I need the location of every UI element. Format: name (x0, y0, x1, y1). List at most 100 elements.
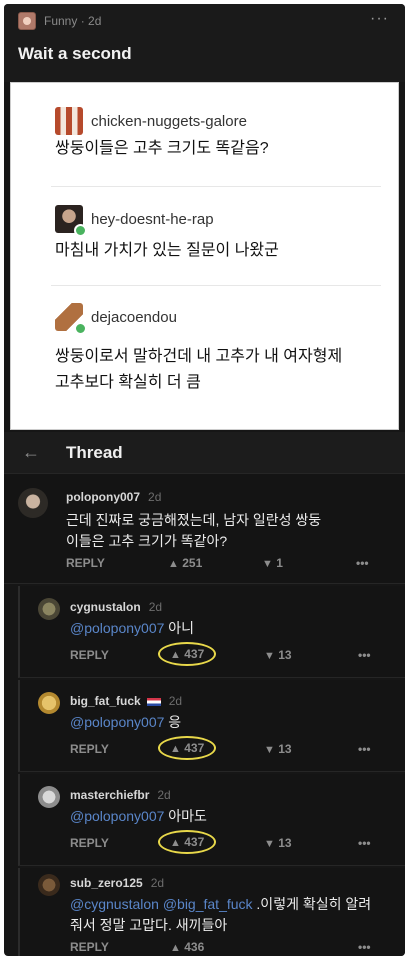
downvote-count: 13 (278, 648, 292, 662)
comment-username[interactable]: sub_zero125 2d (70, 876, 164, 890)
comment: cygnustalon 2d @polopony007 아니 REPLY ▲ 43… (18, 586, 405, 678)
thread-title: Thread (66, 443, 123, 462)
tumblr-text-3: 쌍둥이로서 말하건데 내 고추가 내 여자형제 고추보다 확실히 더 큼 (55, 345, 342, 395)
comment-body: @polopony007 아마도 (70, 806, 207, 827)
tumblr-user-3: dejacoendou (91, 309, 177, 326)
comment-line: 줘서 정말 고맙다. 새끼들아 (70, 917, 228, 933)
comment-username[interactable]: polopony007 2d (66, 490, 161, 504)
avatar[interactable] (38, 692, 60, 714)
divider (51, 285, 381, 286)
downvote-count: 13 (278, 742, 292, 756)
reply-button[interactable]: REPLY (66, 556, 105, 570)
upvote-icon: ▲ (170, 743, 181, 755)
comment-body: 근데 진짜로 궁금해졌는데, 남자 일란성 쌍둥 이들은 고추 크기가 똑같아? (66, 510, 321, 552)
post-title: Wait a second (18, 44, 132, 63)
comment-username[interactable]: cygnustalon 2d (70, 600, 162, 614)
comment-more-icon[interactable]: ••• (358, 836, 371, 850)
tumblr-text-3-line2: 고추보다 확실히 더 큼 (55, 374, 201, 391)
comment-line: 아마도 (168, 808, 207, 824)
comment-age: 2d (148, 600, 163, 614)
upvote-button[interactable]: ▲ 437 (158, 736, 217, 760)
reblog-icon (74, 224, 87, 237)
comment-line: 응 (168, 714, 182, 730)
upvote-icon: ▲ (170, 837, 181, 849)
post-more-icon[interactable]: ··· (370, 10, 389, 28)
mention-link[interactable]: @polopony007 (70, 714, 164, 730)
downvote-icon: ▼ (264, 838, 275, 850)
reply-button[interactable]: REPLY (70, 836, 109, 850)
downvote-button[interactable]: ▼ 13 (264, 742, 292, 756)
tumblr-user-2: hey-doesnt-he-rap (91, 211, 214, 228)
comment-line: 아니 (168, 620, 195, 636)
upvote-icon: ▲ (168, 558, 179, 570)
comment-body: @polopony007 응 (70, 712, 181, 733)
comment-body: @polopony007 아니 (70, 618, 194, 639)
downvote-icon: ▼ (262, 558, 273, 570)
post-image[interactable]: chicken-nuggets-galore 쌍둥이들은 고추 크기도 똑같음?… (10, 82, 399, 430)
mention-link[interactable]: @cygnustalon @big_fat_fuck (70, 896, 253, 912)
mention-link[interactable]: @polopony007 (70, 620, 164, 636)
downvote-button[interactable]: ▼ 13 (264, 836, 292, 850)
avatar[interactable] (38, 786, 60, 808)
comment-age: 2d (168, 694, 183, 708)
upvote-icon: ▲ (170, 942, 181, 954)
subreddit-icon[interactable] (18, 12, 36, 30)
comment-username[interactable]: masterchiefbr 2d (70, 788, 171, 802)
upvote-button[interactable]: ▲ 251 (168, 556, 202, 570)
downvote-count: 1 (276, 556, 283, 570)
comment-more-icon[interactable]: ••• (358, 742, 371, 756)
reply-button[interactable]: REPLY (70, 742, 109, 756)
upvote-count: 437 (184, 835, 205, 849)
tumblr-text-2: 마침내 가치가 있는 질문이 나왔군 (55, 242, 279, 259)
downvote-button[interactable]: ▼ 1 (262, 556, 283, 570)
upvote-button[interactable]: ▲ 437 (158, 642, 217, 666)
comment-more-icon[interactable]: ••• (356, 556, 369, 570)
upvote-count: 437 (184, 647, 205, 661)
comment: sub_zero125 2d @cygnustalon @big_fat_fuck… (18, 868, 405, 956)
tumblr-text-1: 쌍둥이들은 고추 크기도 똑같음? (55, 140, 269, 157)
avatar[interactable] (38, 874, 60, 896)
avatar[interactable] (18, 488, 48, 518)
subreddit-name[interactable]: Funny (44, 14, 77, 28)
comment-age: 2d (157, 788, 171, 802)
reply-button[interactable]: REPLY (70, 648, 109, 662)
upvote-count: 437 (184, 741, 205, 755)
flag-icon (146, 697, 161, 706)
upvote-button[interactable]: ▲ 436 (170, 940, 204, 954)
back-arrow-icon[interactable]: ← (22, 442, 40, 463)
downvote-count: 13 (278, 836, 292, 850)
comment-user[interactable]: big_fat_fuck (70, 694, 141, 708)
comment-line: 근데 진짜로 궁금해졌는데, 남자 일란성 쌍둥 (66, 512, 322, 528)
downvote-button[interactable]: ▼ 13 (264, 648, 292, 662)
comment-username[interactable]: big_fat_fuck 2d (70, 694, 182, 708)
post-age: 2d (88, 14, 102, 28)
comment-user[interactable]: sub_zero125 (70, 876, 143, 890)
downvote-icon: ▼ (264, 650, 275, 662)
comment-line: .이렇게 확실히 알려 (256, 896, 372, 912)
reblog-icon (74, 322, 87, 335)
upvote-button[interactable]: ▲ 437 (158, 830, 217, 854)
comment-user[interactable]: masterchiefbr (70, 788, 149, 802)
comment-more-icon[interactable]: ••• (358, 648, 371, 662)
app-frame: Funny · 2d ··· Wait a second chicken-nug… (4, 4, 405, 956)
comment-line: 이들은 고추 크기가 똑같아? (66, 533, 228, 549)
comment-more-icon[interactable]: ••• (358, 940, 371, 954)
upvote-count: 436 (184, 940, 205, 954)
comment: big_fat_fuck 2d @polopony007 응 REPLY ▲ 43… (18, 680, 405, 772)
comment: polopony007 2d 근데 진짜로 궁금해졌는데, 남자 일란성 쌍둥 이… (4, 474, 405, 584)
downvote-icon: ▼ (264, 744, 275, 756)
thread-header: ← Thread (4, 432, 405, 474)
post-meta[interactable]: Funny · 2d (44, 14, 101, 28)
tumblr-text-3-line1: 쌍둥이로서 말하건데 내 고추가 내 여자형제 (55, 348, 343, 365)
post-header: Funny · 2d ··· Wait a second (4, 4, 405, 82)
mention-link[interactable]: @polopony007 (70, 808, 164, 824)
comment-age: 2d (150, 876, 165, 890)
tumblr-avatar-1 (55, 107, 83, 135)
comment-user[interactable]: polopony007 (66, 490, 140, 504)
avatar[interactable] (38, 598, 60, 620)
divider (51, 186, 381, 187)
upvote-count: 251 (182, 556, 203, 570)
comment-user[interactable]: cygnustalon (70, 600, 141, 614)
tumblr-user-1: chicken-nuggets-galore (91, 113, 247, 130)
reply-button[interactable]: REPLY (70, 940, 109, 954)
